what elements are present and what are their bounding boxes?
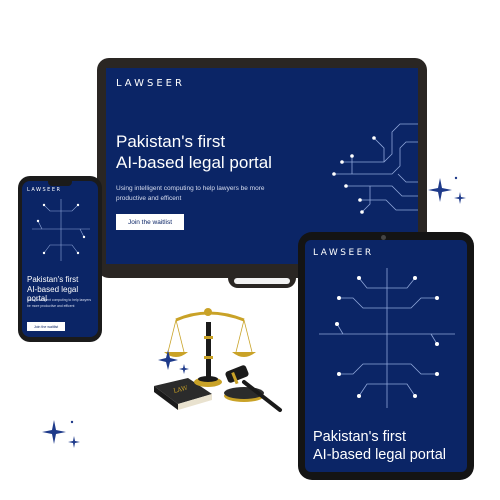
- tablet-camera: [381, 235, 386, 240]
- phone-subtitle-line1: Using intelligent computing to help lawy…: [27, 298, 92, 302]
- phone-circuit-graphic: [32, 199, 90, 261]
- tablet-headline-line1: Pakistan's first: [313, 429, 407, 445]
- sparkle-icon: [158, 350, 189, 374]
- tablet-circuit-graphic: [319, 268, 455, 408]
- phone-subtitle-line2: be more productive and efficent: [27, 304, 75, 308]
- phone-notch: [48, 181, 72, 186]
- phone-headline-line1: Pakistan's first: [27, 275, 79, 284]
- gavel-icon: [224, 365, 282, 412]
- tablet-logo: LAWSEER: [313, 248, 374, 258]
- laptop-subtitle-line2: productive and efficent: [116, 195, 182, 202]
- laptop-headline-line2: AI-based legal portal: [116, 153, 272, 172]
- phone-screen: LAWSEER Pakistan's first AI-based legal …: [22, 181, 98, 337]
- laptop-logo: LAWSEER: [116, 78, 185, 89]
- laptop-base-slot: [234, 278, 290, 284]
- laptop-subtitle-line1: Using intelligent computing to help lawy…: [116, 185, 265, 192]
- phone-waitlist-button[interactable]: Join the waitlist: [27, 322, 65, 331]
- circuit-graphic: [332, 123, 418, 214]
- sparkle-icon: [428, 176, 466, 204]
- laptop-headline-line1: Pakistan's first: [116, 132, 226, 151]
- tablet-headline-line2: AI-based legal portal: [313, 447, 446, 463]
- tablet-screen: LAWSEER Pakistan's first AI-based legal …: [305, 240, 467, 472]
- phone-logo: LAWSEER: [27, 187, 62, 193]
- laptop-waitlist-button[interactable]: Join the waitlist: [116, 214, 184, 230]
- sparkle-icon: [42, 420, 80, 448]
